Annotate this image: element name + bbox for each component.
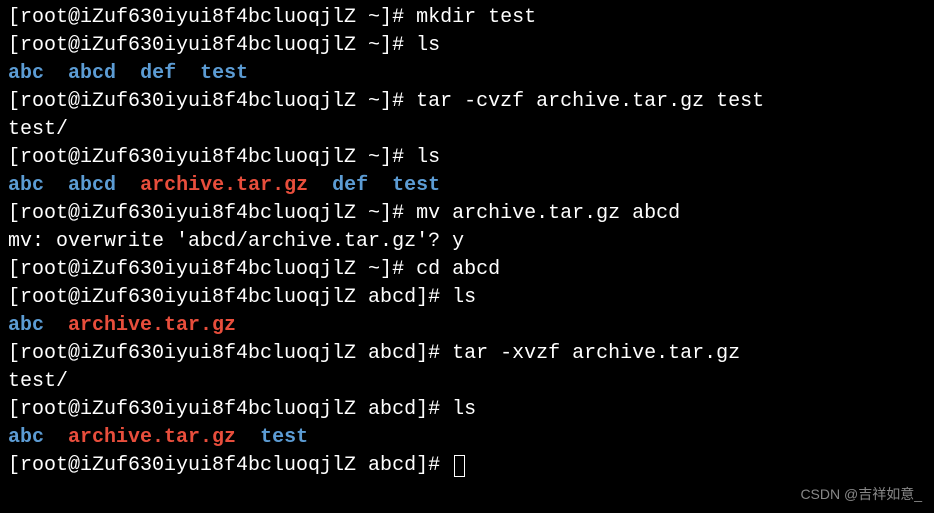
prompt: [root@iZuf630iyui8f4bcluoqjlZ ~]# [8, 202, 416, 225]
prompt: [root@iZuf630iyui8f4bcluoqjlZ abcd]# [8, 454, 452, 477]
ls-entry: abc [8, 174, 44, 197]
prompt: [root@iZuf630iyui8f4bcluoqjlZ ~]# [8, 258, 416, 281]
terminal-line: [root@iZuf630iyui8f4bcluoqjlZ ~]# cd abc… [8, 256, 926, 284]
prompt: [root@iZuf630iyui8f4bcluoqjlZ abcd]# [8, 286, 452, 309]
ls-entry: test [200, 62, 248, 85]
terminal-line: [root@iZuf630iyui8f4bcluoqjlZ abcd]# [8, 452, 926, 480]
terminal-line: test/ [8, 116, 926, 144]
terminal-line: [root@iZuf630iyui8f4bcluoqjlZ ~]# tar -c… [8, 88, 926, 116]
command-text: ls [416, 34, 440, 57]
ls-entry: test [392, 174, 440, 197]
terminal-line: [root@iZuf630iyui8f4bcluoqjlZ abcd]# ls [8, 396, 926, 424]
cursor [454, 455, 465, 477]
prompt: [root@iZuf630iyui8f4bcluoqjlZ abcd]# [8, 342, 452, 365]
command-text: mkdir test [416, 6, 536, 29]
ls-entry: abc [8, 62, 44, 85]
ls-entry: abc [8, 426, 44, 449]
terminal-line: abc abcd archive.tar.gz def test [8, 172, 926, 200]
prompt: [root@iZuf630iyui8f4bcluoqjlZ ~]# [8, 90, 416, 113]
ls-entry: test [260, 426, 308, 449]
output-text: test/ [8, 118, 68, 141]
terminal-line: [root@iZuf630iyui8f4bcluoqjlZ ~]# mv arc… [8, 200, 926, 228]
terminal-line: abc archive.tar.gz test [8, 424, 926, 452]
command-text: mv archive.tar.gz abcd [416, 202, 680, 225]
ls-entry: def [140, 62, 176, 85]
ls-entry: abcd [68, 174, 116, 197]
command-text: ls [452, 286, 476, 309]
terminal-line: [root@iZuf630iyui8f4bcluoqjlZ abcd]# ls [8, 284, 926, 312]
terminal-line: abc abcd def test [8, 60, 926, 88]
ls-entry: archive.tar.gz [68, 314, 236, 337]
prompt: [root@iZuf630iyui8f4bcluoqjlZ abcd]# [8, 398, 452, 421]
terminal-line: mv: overwrite 'abcd/archive.tar.gz'? y [8, 228, 926, 256]
command-text: tar -cvzf archive.tar.gz test [416, 90, 764, 113]
command-text: tar -xvzf archive.tar.gz [452, 342, 740, 365]
terminal-line: [root@iZuf630iyui8f4bcluoqjlZ ~]# mkdir … [8, 4, 926, 32]
terminal-line: [root@iZuf630iyui8f4bcluoqjlZ ~]# ls [8, 144, 926, 172]
terminal-line: abc archive.tar.gz [8, 312, 926, 340]
ls-entry: def [332, 174, 368, 197]
ls-entry: archive.tar.gz [68, 426, 236, 449]
watermark: CSDN @吉祥如意_ [800, 485, 922, 505]
command-text: cd abcd [416, 258, 500, 281]
prompt: [root@iZuf630iyui8f4bcluoqjlZ ~]# [8, 146, 416, 169]
prompt: [root@iZuf630iyui8f4bcluoqjlZ ~]# [8, 6, 416, 29]
command-text: ls [452, 398, 476, 421]
terminal-line: [root@iZuf630iyui8f4bcluoqjlZ ~]# ls [8, 32, 926, 60]
prompt: [root@iZuf630iyui8f4bcluoqjlZ ~]# [8, 34, 416, 57]
output-text: test/ [8, 370, 68, 393]
terminal-line: test/ [8, 368, 926, 396]
ls-entry: archive.tar.gz [140, 174, 308, 197]
ls-entry: abc [8, 314, 44, 337]
output-text: mv: overwrite 'abcd/archive.tar.gz'? y [8, 230, 464, 253]
command-text: ls [416, 146, 440, 169]
ls-entry: abcd [68, 62, 116, 85]
terminal-line: [root@iZuf630iyui8f4bcluoqjlZ abcd]# tar… [8, 340, 926, 368]
terminal-output[interactable]: [root@iZuf630iyui8f4bcluoqjlZ ~]# mkdir … [8, 4, 926, 480]
